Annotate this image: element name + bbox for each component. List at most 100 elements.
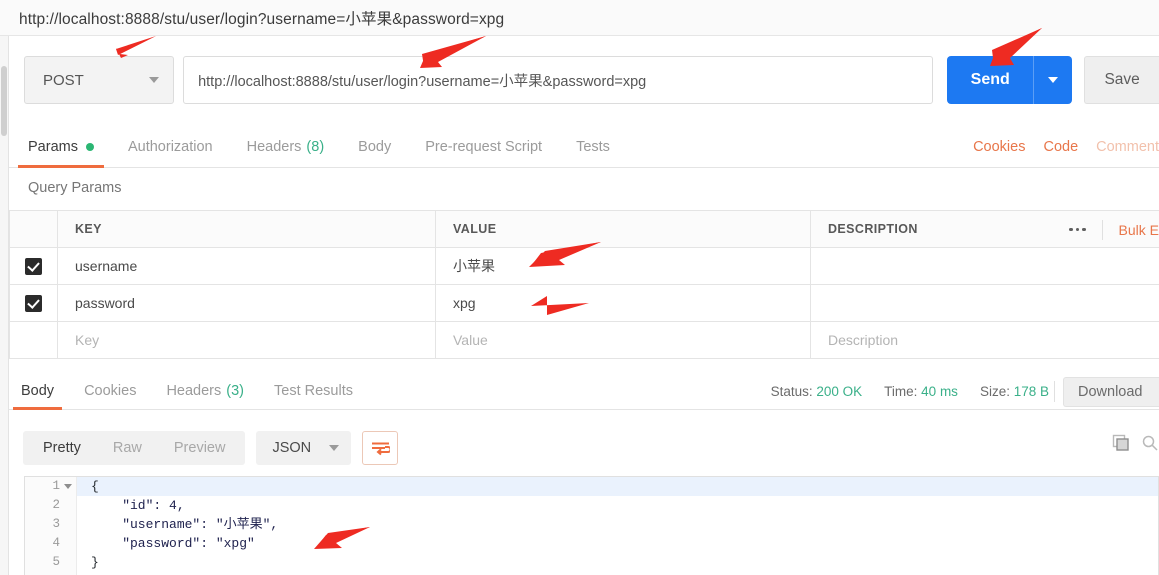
row-checkbox-cell[interactable] (10, 285, 58, 321)
word-wrap-button[interactable] (362, 431, 399, 465)
method-select[interactable]: POST (24, 56, 175, 104)
request-tab-links: Cookies Code Comment (973, 126, 1159, 168)
response-tab-cookies[interactable]: Cookies (84, 372, 136, 410)
response-tab-body[interactable]: Body (12, 372, 63, 410)
empty-key-input[interactable]: Key (58, 322, 436, 358)
time-value: 40 ms (921, 383, 958, 399)
line-number: 2 (52, 498, 60, 512)
row-description[interactable] (811, 285, 1159, 321)
table-row-empty[interactable]: Key Value Description (10, 322, 1159, 359)
line-number: 4 (52, 536, 60, 550)
request-tabs: Params Authorization Headers (8) Body Pr… (9, 126, 1159, 168)
query-params-title: Query Params (28, 180, 122, 196)
response-body-editor[interactable]: 1 2 3 4 5 { "id": 4, "username": "小苹果", … (24, 476, 1159, 575)
response-tab-test-results-label: Test Results (274, 382, 353, 399)
code-line-text: "username": "小苹果", (91, 517, 279, 532)
tab-pre-request-script[interactable]: Pre-request Script (425, 126, 542, 168)
row-checkbox[interactable] (25, 294, 42, 312)
code-line: "password": "xpg" (77, 534, 1158, 553)
line-number: 3 (52, 517, 60, 531)
empty-checkbox-cell (10, 322, 58, 358)
search-button[interactable] (1141, 432, 1159, 454)
title-bar: http://localhost:8888/stu/user/login?use… (0, 0, 1159, 36)
row-value[interactable]: 小苹果 (436, 248, 811, 284)
line-number: 5 (52, 555, 60, 569)
left-scrollbar-rail[interactable] (0, 36, 9, 575)
code-line: "id": 4, (77, 496, 1158, 515)
download-button[interactable]: Download (1063, 377, 1159, 407)
url-input[interactable]: http://localhost:8888/stu/user/login?use… (183, 56, 934, 104)
scrollbar-thumb[interactable] (1, 66, 7, 136)
word-wrap-icon (371, 442, 390, 455)
row-key[interactable]: password (58, 285, 436, 321)
request-bar: POST http://localhost:8888/stu/user/logi… (9, 52, 1159, 108)
params-indicator-dot-icon (85, 142, 94, 151)
response-tab-headers-count: (3) (226, 382, 244, 399)
save-button[interactable]: Save (1084, 56, 1159, 104)
tab-headers-label: Headers (246, 138, 302, 155)
bulk-edit-link[interactable]: Bulk E (1119, 222, 1159, 238)
response-tab-headers[interactable]: Headers (3) (166, 372, 244, 410)
tab-headers[interactable]: Headers (8) (247, 126, 325, 168)
fold-toggle-icon[interactable] (64, 484, 72, 489)
row-checkbox-cell[interactable] (10, 248, 58, 284)
status-meta: Status: 200 OK (771, 384, 863, 399)
time-label: Time: (884, 383, 918, 399)
cookies-link[interactable]: Cookies (973, 139, 1025, 155)
code-line-text: "id": 4, (91, 498, 185, 513)
view-mode-pretty[interactable]: Pretty (27, 431, 97, 465)
row-checkbox[interactable] (25, 257, 42, 275)
tab-params[interactable]: Params (18, 126, 104, 168)
table-row[interactable]: password xpg (10, 285, 1159, 322)
header-checkbox-cell (10, 211, 58, 247)
response-tab-body-label: Body (21, 382, 55, 399)
table-header-row: KEY VALUE DESCRIPTION Bulk E (10, 211, 1159, 248)
response-tabs: Body Cookies Headers (3) Test Results St… (9, 372, 1159, 410)
send-button[interactable]: Send (947, 56, 1073, 104)
chevron-down-icon (1048, 77, 1059, 83)
line-number: 1 (25, 477, 76, 496)
tab-tests[interactable]: Tests (576, 126, 610, 168)
view-mode-preview[interactable]: Preview (158, 431, 242, 465)
copy-icon (1112, 434, 1129, 451)
response-tab-test-results[interactable]: Test Results (274, 372, 353, 410)
row-key[interactable]: username (58, 248, 436, 284)
send-options-button[interactable] (1034, 77, 1072, 83)
method-label: POST (43, 71, 84, 89)
tab-headers-count: (8) (306, 138, 325, 155)
format-select[interactable]: JSON (256, 431, 352, 465)
tab-body-label: Body (358, 138, 392, 155)
tab-pre-request-script-label: Pre-request Script (425, 138, 543, 155)
status-label: Status: (770, 383, 813, 399)
copy-button[interactable] (1110, 432, 1132, 454)
table-row[interactable]: username 小苹果 (10, 248, 1159, 285)
status-badge: 200 OK (816, 383, 863, 399)
row-value[interactable]: xpg (436, 285, 811, 321)
postman-window: http://localhost:8888/stu/user/login?use… (0, 0, 1159, 575)
code-link[interactable]: Code (1043, 139, 1078, 155)
header-key: KEY (58, 211, 436, 247)
comment-link[interactable]: Comment (1096, 139, 1159, 155)
code-line-text: "password": "xpg" (91, 536, 255, 551)
code-line: "username": "小苹果", (77, 515, 1158, 534)
empty-value-input[interactable]: Value (436, 322, 811, 358)
empty-description-input[interactable]: Description (811, 322, 1159, 358)
header-value: VALUE (436, 211, 811, 247)
tab-body[interactable]: Body (358, 126, 391, 168)
search-icon (1142, 435, 1158, 451)
table-header-tools: Bulk E (1069, 211, 1159, 248)
code-line-text: { (91, 479, 99, 494)
tools-divider (1101, 219, 1103, 240)
view-mode-raw[interactable]: Raw (97, 431, 158, 465)
window-title-url: http://localhost:8888/stu/user/login?use… (19, 10, 505, 28)
size-label: Size: (979, 383, 1010, 399)
tab-authorization[interactable]: Authorization (128, 126, 213, 168)
size-meta: Size: 178 B (980, 384, 1049, 399)
row-description[interactable] (811, 248, 1159, 284)
line-number-text: 1 (52, 479, 60, 493)
code-content[interactable]: { "id": 4, "username": "小苹果", "password"… (77, 477, 1158, 575)
more-options-icon[interactable] (1069, 227, 1086, 232)
response-meta: Status: 200 OK Time: 40 ms Size: 178 B (771, 372, 1049, 410)
time-meta: Time: 40 ms (884, 384, 958, 399)
tab-tests-label: Tests (576, 138, 610, 155)
